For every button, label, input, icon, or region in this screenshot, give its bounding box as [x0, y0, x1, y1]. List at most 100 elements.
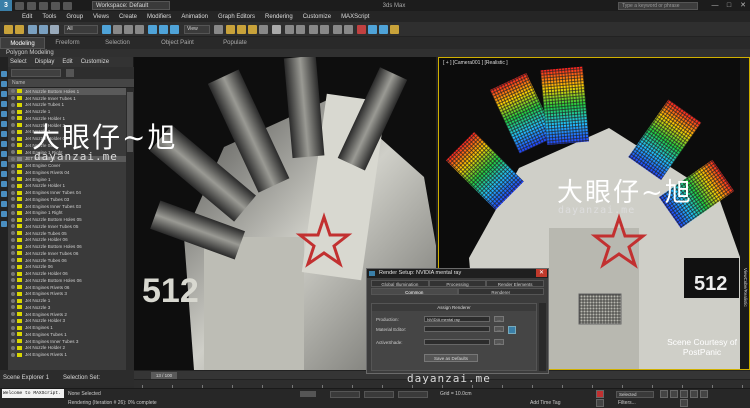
- sort-icon[interactable]: [1, 211, 7, 217]
- selection-filter-dropdown[interactable]: All: [64, 25, 98, 34]
- visibility-icon[interactable]: [11, 305, 15, 310]
- visibility-icon[interactable]: [11, 217, 15, 222]
- visibility-icon[interactable]: [11, 129, 15, 134]
- shapes-filter-icon[interactable]: [1, 101, 7, 107]
- visibility-icon[interactable]: [11, 237, 15, 242]
- hidden-filter-icon[interactable]: [1, 201, 7, 207]
- list-item[interactable]: Jet Nozzle 3: [8, 304, 126, 311]
- tab-global-illumination[interactable]: Global Illumination: [371, 280, 429, 287]
- list-item[interactable]: Jet Engines Tubes 1: [8, 331, 126, 338]
- graphite-toggle-icon[interactable]: [320, 25, 329, 34]
- key-filter-dropdown[interactable]: Selected: [616, 390, 654, 398]
- ribbon-tab-modeling[interactable]: Modeling: [0, 37, 45, 49]
- selection-set-label[interactable]: Selection Set:: [63, 375, 100, 381]
- containers-filter-icon[interactable]: [1, 181, 7, 187]
- align-icon[interactable]: [296, 25, 305, 34]
- visibility-icon[interactable]: [11, 190, 15, 195]
- visibility-icon[interactable]: [11, 143, 15, 148]
- visibility-icon[interactable]: [11, 170, 15, 175]
- visibility-icon[interactable]: [11, 96, 15, 101]
- lock-selection-icon[interactable]: [300, 391, 316, 397]
- visibility-icon[interactable]: [11, 258, 15, 263]
- layer-manager-icon[interactable]: [309, 25, 318, 34]
- spacewarps-filter-icon[interactable]: [1, 141, 7, 147]
- scene-explorer-name[interactable]: Scene Explorer 1: [3, 375, 49, 381]
- list-item[interactable]: Jet Nozzle Inner Tubes 05: [8, 223, 126, 230]
- se-menu-edit[interactable]: Edit: [62, 59, 72, 65]
- find-icon[interactable]: [66, 69, 74, 77]
- display-none-icon[interactable]: [1, 71, 7, 77]
- menu-customize[interactable]: Customize: [303, 14, 331, 20]
- visibility-icon[interactable]: [11, 204, 15, 209]
- list-item[interactable]: Jet Nozzle Holder 06: [8, 237, 126, 244]
- menu-rendering[interactable]: Rendering: [265, 14, 293, 20]
- rollout-title[interactable]: Assign Renderer: [372, 304, 536, 311]
- visibility-icon[interactable]: [11, 339, 15, 344]
- visibility-icon[interactable]: [11, 163, 15, 168]
- go-to-end-icon[interactable]: [700, 390, 708, 398]
- list-item[interactable]: Jet Engines Inner Tubes 03: [8, 203, 126, 210]
- menu-create[interactable]: Create: [119, 14, 137, 20]
- cameras-filter-icon[interactable]: [1, 121, 7, 127]
- se-menu-customize[interactable]: Customize: [81, 59, 109, 65]
- list-item[interactable]: Jet Nozzle Holder 1: [8, 183, 126, 190]
- material-browse-button[interactable]: ...: [494, 326, 504, 332]
- ribbon-tab-selection[interactable]: Selection: [90, 37, 145, 49]
- list-item[interactable]: Jet Engine Cover: [8, 162, 126, 169]
- tab-renderer[interactable]: Renderer: [457, 288, 544, 295]
- list-item[interactable]: Jet Nozzle Tubes 1: [8, 102, 126, 109]
- dialog-title-bar[interactable]: Render Setup: NVIDIA mental ray ✕: [367, 269, 548, 278]
- tab-render-elements[interactable]: Render Elements: [486, 280, 545, 287]
- list-item[interactable]: Jet Nozzle 1: [8, 297, 126, 304]
- menu-modifiers[interactable]: Modifiers: [147, 14, 171, 20]
- ribbon-tab-freeform[interactable]: Freeform: [45, 37, 90, 49]
- visibility-icon[interactable]: [11, 123, 15, 128]
- maximize-button[interactable]: □: [722, 1, 736, 11]
- tab-common[interactable]: Common: [371, 288, 458, 295]
- scale-icon[interactable]: [170, 25, 179, 34]
- ribbon-subtitle[interactable]: Polygon Modeling: [0, 49, 750, 57]
- list-item[interactable]: Jet Nozzle Bottom Holes 05: [8, 216, 126, 223]
- visibility-icon[interactable]: [11, 136, 15, 141]
- schematic-view-icon[interactable]: [344, 25, 353, 34]
- time-slider-thumb[interactable]: 13 / 100: [151, 372, 177, 379]
- visibility-icon[interactable]: [11, 285, 15, 290]
- groups-filter-icon[interactable]: [1, 151, 7, 157]
- visibility-icon[interactable]: [11, 224, 15, 229]
- list-item[interactable]: Jet Engines Rivets 1: [8, 351, 126, 358]
- menu-views[interactable]: Views: [93, 14, 109, 20]
- visibility-icon[interactable]: [11, 264, 15, 269]
- new-scene-icon[interactable]: [15, 1, 24, 10]
- visibility-icon[interactable]: [11, 244, 15, 249]
- y-coordinate-field[interactable]: [364, 390, 394, 398]
- dialog-close-button[interactable]: ✕: [536, 269, 547, 277]
- curve-editor-icon[interactable]: [333, 25, 342, 34]
- list-item[interactable]: Jet Engines Tubes 03: [8, 196, 126, 203]
- list-item[interactable]: Jet Engines Rivets 04: [8, 169, 126, 176]
- close-button[interactable]: ✕: [736, 1, 750, 11]
- tab-processing[interactable]: Processing: [428, 280, 487, 287]
- visibility-icon[interactable]: [11, 271, 15, 276]
- undo-icon[interactable]: [51, 1, 60, 10]
- window-crossing-icon[interactable]: [135, 25, 144, 34]
- link-icon[interactable]: [28, 25, 37, 34]
- bones-filter-icon[interactable]: [1, 171, 7, 177]
- menu-edit[interactable]: Edit: [22, 14, 32, 20]
- list-item[interactable]: Jet Nozzle 1: [8, 108, 126, 115]
- named-selection-icon[interactable]: [272, 25, 281, 34]
- list-item[interactable]: Jet Nozzle Bottom Holes 1: [8, 88, 126, 95]
- visibility-icon[interactable]: [11, 251, 15, 256]
- list-item[interactable]: Jet Engine 1 Right: [8, 210, 126, 217]
- key-filters-button[interactable]: Filters...: [618, 398, 636, 408]
- visibility-icon[interactable]: [11, 116, 15, 121]
- viewport-label[interactable]: [ + ] [Camera001 ] [Realistic ]: [443, 60, 508, 66]
- list-item[interactable]: Jet Engines Inner Tubes 04: [8, 189, 126, 196]
- ribbon-tab-object-paint[interactable]: Object Paint: [145, 37, 210, 49]
- snap-icon[interactable]: [226, 25, 235, 34]
- list-item[interactable]: Jet Nozzle Bottom Holes 06: [8, 277, 126, 284]
- visibility-icon[interactable]: [11, 345, 15, 350]
- list-item[interactable]: Jet Nozzle 06: [8, 264, 126, 271]
- redo-icon[interactable]: [63, 1, 72, 10]
- geometry-filter-icon[interactable]: [1, 91, 7, 97]
- visibility-icon[interactable]: [11, 177, 15, 182]
